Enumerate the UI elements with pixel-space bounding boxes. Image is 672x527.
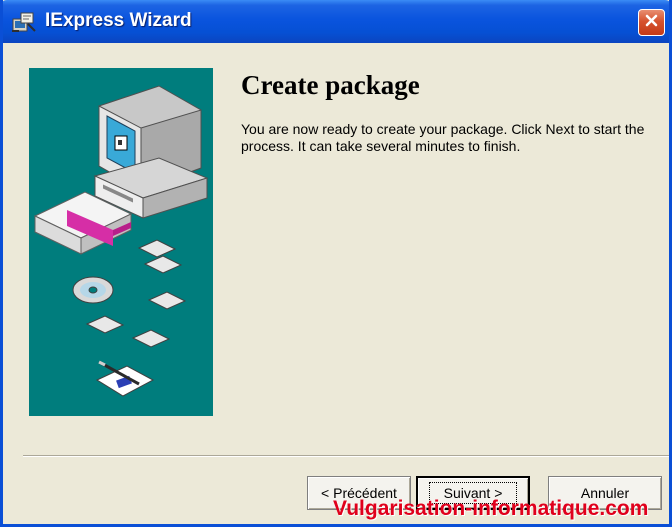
wizard-illustration (29, 68, 213, 416)
page-title: Create package (241, 70, 420, 100)
window-title: IExpress Wizard (45, 10, 192, 31)
watermark-text: Vulgarisation-informatique.com (333, 497, 649, 520)
computer-monitor-icon (93, 85, 209, 219)
title-bar[interactable]: IExpress Wizard (3, 0, 669, 43)
page-description: You are now ready to create your package… (241, 121, 645, 154)
cd-disc-icon (72, 276, 114, 304)
iexpress-app-icon (11, 10, 37, 34)
close-x-icon (644, 13, 659, 33)
close-button[interactable] (638, 9, 665, 36)
document-pen-icon (95, 360, 155, 397)
button-separator (23, 455, 669, 457)
wizard-window: IExpress Wizard Create package You are n… (0, 0, 672, 527)
